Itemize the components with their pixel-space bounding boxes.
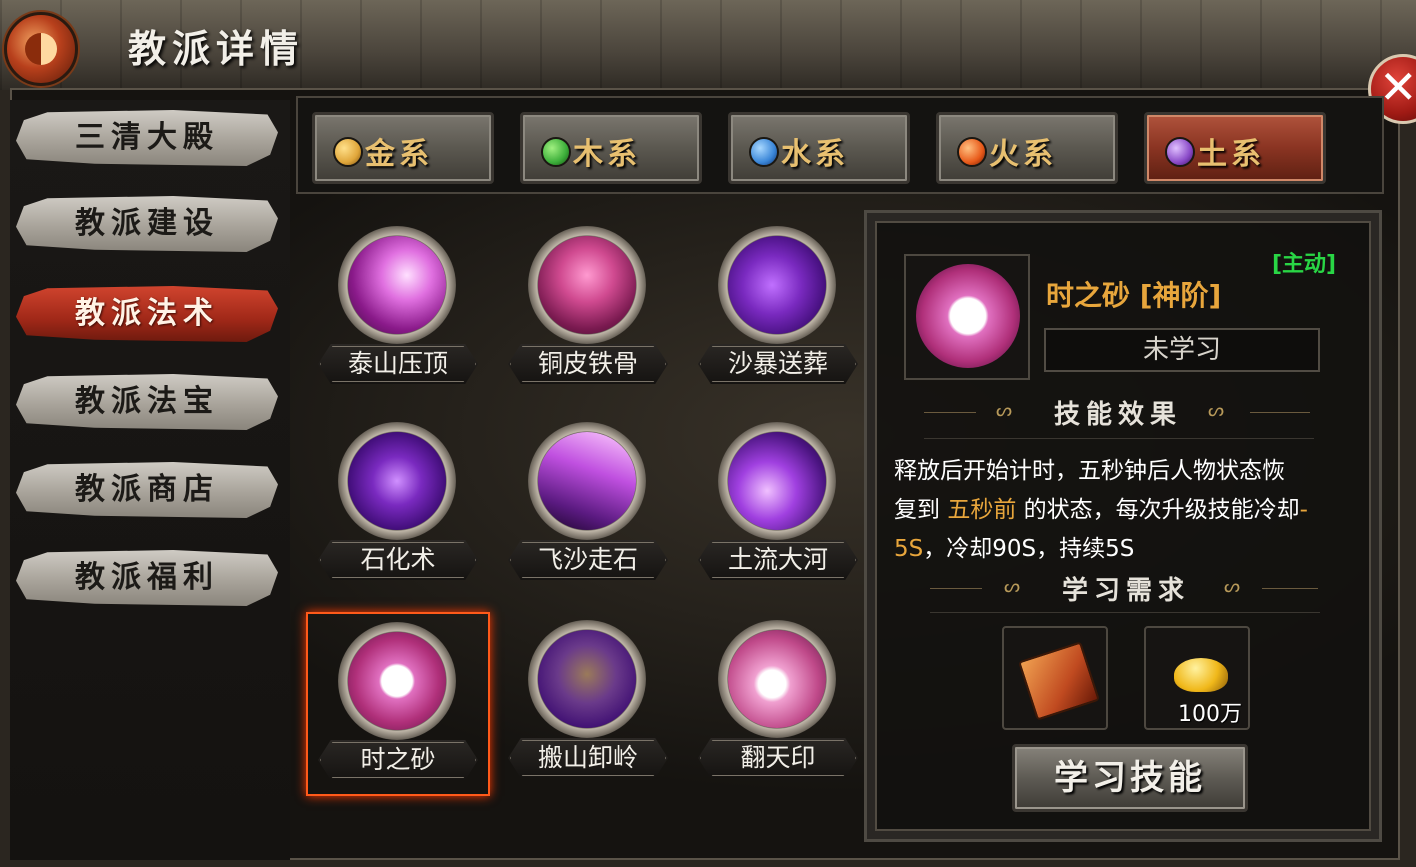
tab-label: 水系: [781, 137, 849, 172]
tab-earth[interactable]: 土系: [1144, 112, 1326, 184]
effect-section-title: 技能效果: [1053, 400, 1182, 430]
window-title: 教派详情: [128, 26, 305, 71]
skill-earth-river[interactable]: 土流大河: [688, 422, 868, 602]
detail-icon-frame: [904, 254, 1030, 380]
learn-skill-button[interactable]: 学习技能: [1012, 744, 1248, 812]
description-line: 5S，冷却90S，持续5S: [894, 530, 1370, 569]
divider: [930, 588, 982, 589]
requirement-slot[interactable]: [1002, 626, 1108, 730]
sidebar-item-treasures[interactable]: 教派法宝: [16, 374, 278, 430]
description-highlight: -: [1299, 497, 1308, 523]
divider: [930, 612, 1320, 613]
skill-type-badge: [主动]: [1272, 252, 1337, 277]
skill-label: 时之砂: [318, 740, 478, 780]
requirement-amount: 100万: [1178, 702, 1242, 727]
skill-label: 翻天印: [698, 738, 858, 778]
mountain-crush-icon: [348, 236, 446, 334]
skill-sandstorm[interactable]: 沙暴送葬: [688, 226, 868, 406]
description-highlight: 5S: [894, 536, 924, 562]
fire-element-icon: [957, 137, 987, 167]
description-line: 释放后开始计时，五秒钟后人物状态恢: [894, 458, 1285, 484]
skill-hammer[interactable]: 搬山卸岭: [498, 620, 678, 800]
divider: [1250, 412, 1310, 413]
tab-water[interactable]: 水系: [728, 112, 910, 184]
petrify-icon: [348, 432, 446, 530]
skill-label: 泰山压顶: [318, 344, 478, 384]
skill-bronze-skin[interactable]: 铜皮铁骨: [498, 226, 678, 406]
flying-sand-icon: [538, 432, 636, 530]
tab-label: 火系: [989, 137, 1057, 172]
sidebar-item-shop[interactable]: 教派商店: [16, 462, 278, 518]
sidebar-item-spells[interactable]: 教派法术: [16, 286, 278, 342]
sidebar-item-main-hall[interactable]: 三清大殿: [16, 110, 278, 166]
sidebar-item-welfare[interactable]: 教派福利: [16, 550, 278, 606]
description-text: 复到: [894, 497, 948, 523]
divider: [924, 438, 1314, 439]
ornament-icon: ᔕ: [1004, 576, 1021, 597]
bronze-skin-icon: [538, 236, 636, 334]
tab-metal[interactable]: 金系: [312, 112, 494, 184]
ornament-icon: ᔕ: [996, 400, 1013, 421]
skill-name: 时之砂 [神阶]: [1046, 279, 1222, 312]
learn-status: 未学习: [1044, 328, 1320, 372]
description-line: 复到 五秒前 的状态，每次升级技能冷却-: [894, 491, 1370, 530]
requirement-section-title: 学习需求: [1061, 576, 1190, 606]
tab-label: 金系: [365, 137, 433, 172]
skill-label: 铜皮铁骨: [508, 344, 668, 384]
sand-of-time-icon: [916, 264, 1020, 368]
skill-sand-of-time[interactable]: 时之砂: [306, 612, 490, 796]
skill-label: 沙暴送葬: [698, 344, 858, 384]
requirement-slot[interactable]: 100万: [1144, 626, 1250, 730]
divider: [924, 412, 976, 413]
description-text: ，冷却90S，持续5S: [923, 536, 1135, 562]
gold-ingot-icon: [1174, 658, 1228, 692]
description-text: 的状态，每次升级技能冷却: [1016, 497, 1300, 523]
tab-label: 土系: [1197, 137, 1265, 172]
ornament-icon: ᔕ: [1208, 400, 1225, 421]
skill-label: 搬山卸岭: [508, 738, 668, 778]
divider: [1262, 588, 1318, 589]
sand-of-time-icon: [348, 632, 446, 730]
skill-book-icon: [1018, 641, 1100, 721]
sect-emblem-icon: [4, 12, 78, 86]
skill-flying-sand[interactable]: 飞沙走石: [498, 422, 678, 602]
skill-label: 石化术: [318, 540, 478, 580]
water-element-icon: [749, 137, 779, 167]
earth-element-icon: [1165, 137, 1195, 167]
description-highlight: 五秒前: [947, 497, 1017, 523]
wood-element-icon: [541, 137, 571, 167]
skill-label: 飞沙走石: [508, 540, 668, 580]
seal-icon: [728, 630, 826, 728]
earth-river-icon: [728, 432, 826, 530]
tab-label: 木系: [573, 137, 641, 172]
skill-mountain-crush[interactable]: 泰山压顶: [308, 226, 488, 406]
sidebar-item-construction[interactable]: 教派建设: [16, 196, 278, 252]
skill-description: 释放后开始计时，五秒钟后人物状态恢 复到 五秒前 的状态，每次升级技能冷却- 5…: [894, 452, 1370, 569]
gold-element-icon: [333, 137, 363, 167]
ornament-icon: ᔕ: [1224, 576, 1241, 597]
skill-petrify[interactable]: 石化术: [308, 422, 488, 602]
tab-fire[interactable]: 火系: [936, 112, 1118, 184]
sandstorm-icon: [728, 236, 826, 334]
skill-label: 土流大河: [698, 540, 858, 580]
tab-wood[interactable]: 木系: [520, 112, 702, 184]
hammer-icon: [538, 630, 636, 728]
skill-seal[interactable]: 翻天印: [688, 620, 868, 800]
